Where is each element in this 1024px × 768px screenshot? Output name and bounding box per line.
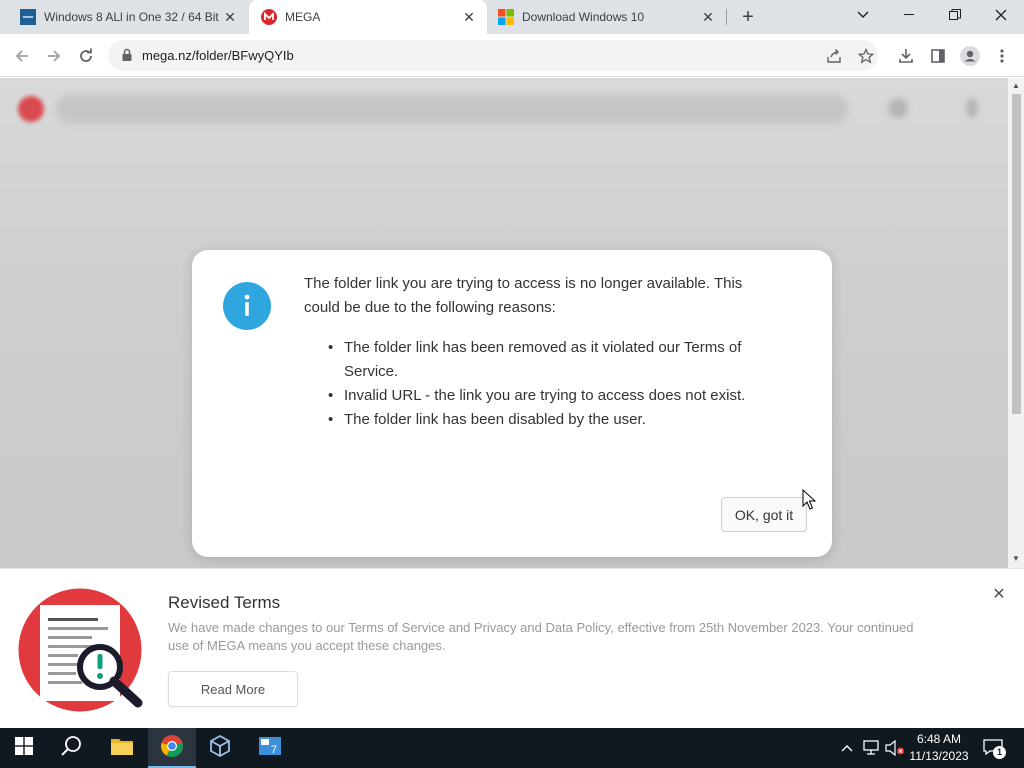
start-button[interactable] [0,728,48,768]
profile-avatar-icon[interactable] [957,43,983,69]
search-icon [61,735,83,762]
reason-item: The folder link has been removed as it v… [328,336,754,384]
blurred-account-icon [888,98,908,118]
document-search-illustration-icon [14,583,148,717]
forward-button[interactable] [40,42,68,70]
share-icon[interactable] [821,43,847,69]
minimize-button[interactable] [886,0,932,30]
blurred-search-bar [56,94,848,124]
taskbar-file-explorer[interactable] [98,728,146,768]
windows-logo-icon [15,736,33,760]
mega-logo-icon [18,96,44,122]
tab-download-windows10[interactable]: Download Windows 10 ✕ [488,0,726,34]
banner-body: We have made changes to our Terms of Ser… [168,620,914,653]
tab-search-chevron-icon[interactable] [840,0,886,30]
tab-title: MEGA [285,10,321,24]
taskbar-clock[interactable]: 6:48 AM 11/13/2023 [902,731,976,765]
reason-item: Invalid URL - the link you are trying to… [328,384,754,408]
windows8-site-icon [20,9,36,25]
new-tab-button[interactable]: + [736,5,760,29]
tab-close-icon[interactable]: ✕ [459,7,479,27]
virtualbox-icon [208,734,232,763]
windows7-installer-icon: 7 [258,734,282,763]
info-icon [223,282,271,330]
banner-close-icon[interactable]: ✕ [989,584,1009,604]
scroll-up-icon[interactable]: ▲ [1011,81,1021,91]
mouse-pointer-icon [802,488,817,511]
taskbar-search-button[interactable] [48,728,96,768]
microsoft-logo-icon [498,9,514,25]
downloads-icon[interactable] [893,43,919,69]
chrome-icon [160,734,184,763]
taskbar-virtualbox[interactable] [196,728,244,768]
mega-logo-icon [261,9,277,25]
file-explorer-icon [110,736,134,761]
tab-windows8[interactable]: Windows 8 ALl in One 32 / 64 Bit ✕ [0,0,248,34]
browser-menu-icon[interactable] [989,43,1015,69]
lock-icon[interactable] [120,48,134,62]
back-button[interactable] [8,42,36,70]
url-text: mega.nz/folder/BFwyQYIb [142,48,294,63]
reload-button[interactable] [72,42,100,70]
network-icon[interactable] [860,728,882,768]
notification-count-badge: 1 [993,746,1006,759]
action-center-button[interactable]: 1 [980,728,1008,768]
folder-unavailable-dialog: The folder link you are trying to access… [192,250,832,557]
tab-mega[interactable]: MEGA ✕ [249,0,487,34]
tab-close-icon[interactable]: ✕ [698,7,718,27]
clock-date: 11/13/2023 [909,749,969,763]
revised-terms-banner: Revised Terms We have made changes to ou… [0,568,1024,728]
svg-text:7: 7 [271,744,277,756]
taskbar-chrome[interactable] [148,728,196,768]
blurred-mega-header [0,78,1008,138]
clock-time: 6:48 AM [916,732,962,746]
tab-close-icon[interactable]: ✕ [220,7,240,27]
tab-title: Windows 8 ALl in One 32 / 64 Bit [44,10,219,24]
windows-taskbar: 7 6:48 AM 11/13/2023 1 [0,728,1024,768]
address-bar[interactable]: mega.nz/folder/BFwyQYIb [108,40,878,71]
page-scrollbar[interactable]: ▲ ▼ [1008,78,1024,568]
tab-title: Download Windows 10 [522,10,645,24]
notification-icon: 1 [983,739,1006,759]
taskbar-windows7-installer[interactable]: 7 [246,728,294,768]
blurred-menu-icon [966,98,978,118]
scrollbar-thumb[interactable] [1012,94,1021,414]
reasons-list: The folder link has been removed as it v… [328,336,754,432]
bookmark-star-icon[interactable] [853,43,879,69]
show-hidden-icons-chevron-icon[interactable] [838,728,856,768]
dialog-message: The folder link you are trying to access… [304,275,743,316]
tab-separator [726,9,727,25]
screen: Windows 8 ALl in One 32 / 64 Bit ✕ MEGA … [0,0,1024,768]
restore-button[interactable] [932,0,978,30]
tab-strip: Windows 8 ALl in One 32 / 64 Bit ✕ MEGA … [0,0,1024,34]
scroll-down-icon[interactable]: ▼ [1011,554,1021,564]
reason-item: The folder link has been disabled by the… [328,408,754,432]
close-window-button[interactable] [978,0,1024,30]
banner-title: Revised Terms [168,593,281,612]
browser-toolbar: mega.nz/folder/BFwyQYIb [0,34,1024,77]
read-more-button[interactable]: Read More [168,671,298,707]
ok-got-it-button[interactable]: OK, got it [721,497,807,532]
side-panel-icon[interactable] [925,43,951,69]
